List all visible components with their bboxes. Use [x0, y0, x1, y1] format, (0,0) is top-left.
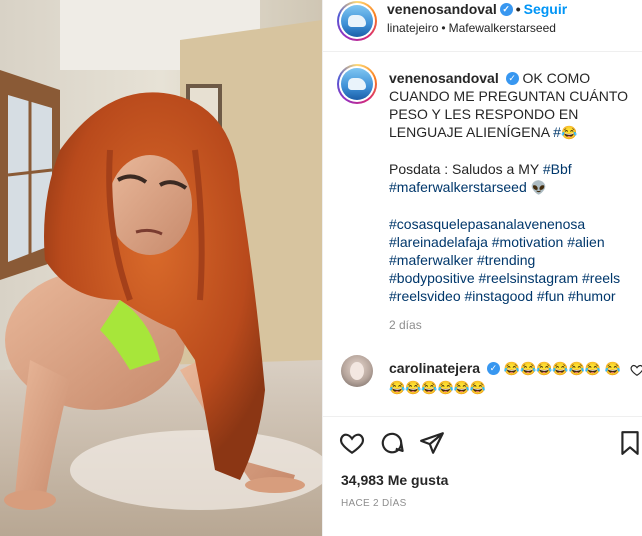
post-timestamp[interactable]: HACE 2 DÍAS — [341, 498, 407, 509]
caption-time[interactable]: 2 días — [389, 318, 422, 332]
header-subline: linatejeiro • Mafewalkerstarseed — [387, 21, 556, 35]
share-icon[interactable] — [419, 430, 445, 456]
hashtag-link[interactable]: #fun — [537, 288, 564, 304]
heart-icon[interactable] — [339, 430, 365, 456]
post-details-panel: venenosandoval ✓ • Seguir linatejeiro • Mafew… — [322, 0, 642, 536]
caption-hashtags: #cosasquelepasanalavenenosa #lareinadela… — [389, 215, 639, 305]
hashtag-link[interactable]: #maferwalker — [389, 252, 473, 268]
caption-text: venenosandoval ✓ OK COMO CUANDO ME PREGU… — [389, 69, 639, 305]
verified-badge-icon: ✓ — [499, 2, 513, 16]
action-bar — [323, 428, 642, 460]
post-media-video[interactable] — [0, 0, 322, 536]
commenter-username[interactable]: carolinatejera — [389, 360, 480, 376]
author-username[interactable]: venenosandoval — [387, 1, 497, 17]
commenter-avatar[interactable] — [341, 355, 373, 387]
follow-button[interactable]: Seguir — [524, 1, 568, 17]
caption-author-avatar[interactable] — [337, 64, 377, 104]
audio-link[interactable]: Mafewalkerstarseed — [449, 21, 556, 35]
verified-badge-icon: ✓ — [486, 361, 500, 375]
hashtag-link[interactable]: #humor — [568, 288, 615, 304]
hashtag-link[interactable]: #cosasquelepasanalavenenosa — [389, 216, 585, 232]
caption-p2-text: Posdata : Saludos a MY — [389, 161, 543, 177]
hashtag-link[interactable]: #trending — [477, 252, 535, 268]
likes-count[interactable]: 34,983 Me gusta — [341, 472, 448, 488]
verified-badge-icon: ✓ — [505, 71, 519, 85]
hashtag-link[interactable]: #lareinadelafaja — [389, 234, 488, 250]
sub-separator: • — [441, 21, 446, 35]
caption-hashtag-empty[interactable]: # — [553, 124, 561, 140]
comment-like-heart-icon[interactable] — [630, 363, 642, 377]
hashtag-link[interactable]: #reelsinstagram — [479, 270, 579, 286]
author-avatar[interactable] — [337, 1, 377, 41]
hashtag-link[interactable]: #reels — [582, 270, 620, 286]
laughing-emoji-icon: 😂 — [560, 125, 578, 140]
actions-divider — [323, 416, 642, 417]
hashtag-link[interactable]: #bodypositive — [389, 270, 475, 286]
caption-paragraph-2: Posdata : Saludos a MY #Bbf #maferwalker… — [389, 160, 639, 197]
caption-username[interactable]: venenosandoval — [389, 70, 499, 86]
hashtag-link[interactable]: #maferwalkerstarseed — [389, 179, 527, 195]
video-frame-illustration — [0, 0, 322, 536]
hashtag-link[interactable]: #Bbf — [543, 161, 572, 177]
header-user-line: venenosandoval ✓ • Seguir — [387, 1, 567, 17]
hashtag-link[interactable]: #instagood — [465, 288, 534, 304]
hashtag-link[interactable]: #alien — [567, 234, 604, 250]
bookmark-icon[interactable] — [617, 430, 642, 456]
alien-emoji-icon: 👽 — [530, 180, 547, 195]
comment-icon[interactable] — [379, 430, 405, 456]
hashtag-link[interactable]: #reelsvideo — [389, 288, 461, 304]
post-header: venenosandoval ✓ • Seguir linatejeiro • Mafew… — [323, 0, 642, 52]
hashtag-link[interactable]: #motivation — [492, 234, 564, 250]
comment-text: carolinatejera ✓ 😂😂😂😂😂😂 😂😂😂😂😂😂😂 — [389, 359, 629, 397]
tagged-user-link[interactable]: linatejeiro — [387, 21, 438, 35]
separator-dot: • — [515, 1, 521, 17]
